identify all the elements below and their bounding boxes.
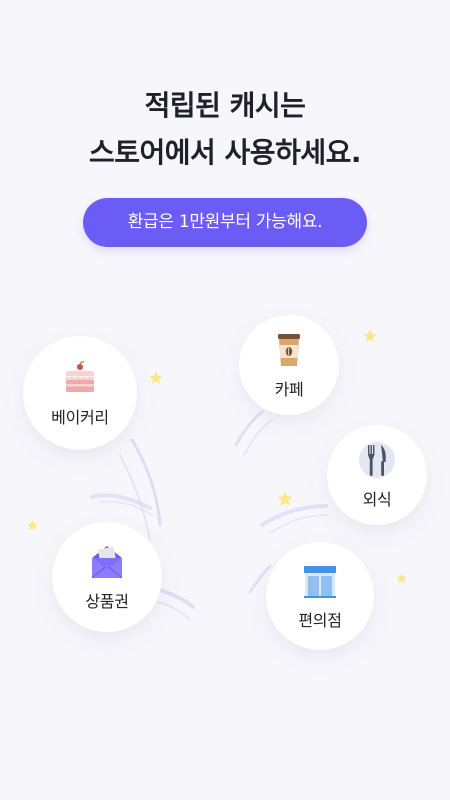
category-label: 편의점 (298, 611, 342, 630)
cake-icon (66, 361, 94, 392)
headline-line-1: 적립된 캐시는 (144, 89, 306, 122)
star-icon (277, 491, 293, 506)
category-label: 카페 (274, 380, 304, 399)
headline-line-2: 스토어에서 사용하세요. (89, 136, 362, 169)
category-dining[interactable]: 외식 (327, 425, 427, 525)
category-cafe[interactable]: 카페 (239, 315, 339, 415)
star-icon (26, 519, 39, 531)
star-icon (363, 329, 377, 342)
storefront-icon (304, 566, 336, 598)
category-bakery[interactable]: 베이커리 (23, 336, 137, 450)
category-label: 상품권 (85, 592, 129, 611)
fork-knife-icon (359, 442, 395, 478)
refund-info-pill: 환급은 1만원부터 가능해요. (83, 198, 367, 247)
category-gift-card[interactable]: 상품권 (52, 522, 162, 632)
category-convenience-store[interactable]: 편의점 (266, 542, 374, 650)
coffee-cup-icon (278, 334, 300, 366)
category-label: 외식 (362, 490, 392, 509)
star-icon (395, 572, 408, 584)
category-label: 베이커리 (51, 408, 109, 427)
envelope-icon (91, 546, 123, 579)
star-icon (149, 371, 163, 384)
